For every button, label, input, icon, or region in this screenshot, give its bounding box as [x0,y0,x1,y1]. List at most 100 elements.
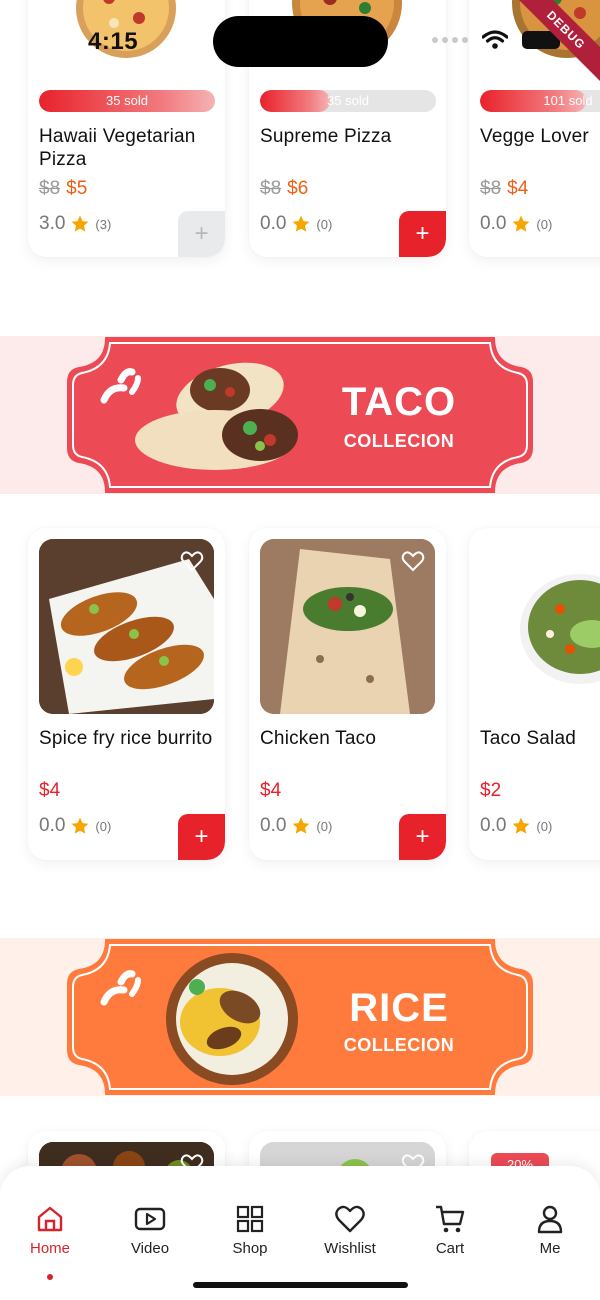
nav-item-video[interactable]: Video [100,1204,200,1257]
taco-collection-banner[interactable]: TACO COLLECION [66,336,534,494]
taco-banner-band: TACO COLLECION [0,336,600,494]
favorite-heart-icon[interactable] [180,549,204,573]
product-card[interactable]: Spice fry rice burrito $4 0.0 (0) + [28,528,225,860]
grid-icon [236,1205,264,1233]
sold-progress-bar: 35 sold [39,90,215,112]
price: $4 [260,780,282,801]
product-rating: 0.0 (0) [260,815,332,837]
product-name[interactable]: Supreme Pizza [260,125,391,148]
sold-label: 35 sold [106,93,148,108]
rating-count: (0) [316,216,333,232]
sale-price: $4 [507,178,529,199]
sale-price: $6 [287,178,309,199]
rating-value: 0.0 [39,815,66,836]
nav-item-home[interactable]: Home [0,1204,100,1257]
banner-title: TACO [341,380,457,424]
taco-image [260,539,435,714]
user-icon [537,1205,563,1234]
sale-price: $5 [66,178,88,199]
status-time: 4:15 [88,28,139,55]
nav-label: Video [130,1240,170,1257]
product-price: $8 $4 [480,178,528,200]
banner-subtitle: COLLECION [343,1035,455,1055]
product-name[interactable]: Taco Salad [480,727,576,750]
product-rating: 3.0 (3) [39,213,111,235]
taco-product-row[interactable]: Spice fry rice burrito $4 0.0 (0) + Chic… [0,528,600,868]
burrito-image [135,362,298,470]
active-indicator-dot [47,1274,53,1280]
product-name[interactable]: Chicken Taco [260,727,376,750]
taco-image [39,539,214,714]
rating-value: 0.0 [480,815,507,836]
nav-label: Cart [435,1240,465,1257]
product-price: $8 $5 [39,178,87,200]
product-rating: 0.0 (0) [39,815,111,837]
rating-count: (0) [95,818,112,834]
rating-count: (0) [536,818,553,834]
add-to-cart-button[interactable]: + [399,211,446,257]
add-to-cart-button[interactable]: + [399,814,446,860]
rice-bowl-image [166,953,298,1085]
star-icon [293,215,310,232]
original-price: $8 [480,178,502,199]
signal-dots-icon [432,37,468,43]
product-rating: 0.0 (0) [260,213,332,235]
rating-count: (0) [536,216,553,232]
dynamic-island [213,16,388,67]
original-price: $8 [260,178,282,199]
original-price: $8 [39,178,61,199]
product-rating: 0.0 (0) [480,213,552,235]
product-price: $8 $6 [260,178,308,200]
add-to-cart-button[interactable]: + [178,211,225,257]
add-to-cart-button[interactable]: + [178,814,225,860]
product-rating: 0.0 (0) [480,815,552,837]
home-screen: 4:15 DEBUG 35 sold Hawaii Vegetarian Piz… [0,0,600,1300]
nav-label: Shop [232,1240,268,1257]
favorite-heart-icon[interactable] [401,549,425,573]
star-icon [72,817,89,834]
nav-item-cart[interactable]: Cart [400,1204,500,1257]
sold-label: 35 sold [327,93,369,108]
nav-label: Me [539,1240,561,1257]
bottom-navigation: Home Video Shop Wishlist Cart Me [0,1166,600,1300]
wifi-icon [482,30,508,49]
video-icon [134,1207,166,1231]
product-price: $4 [260,780,281,802]
rice-collection-banner[interactable]: RICE COLLECION [66,938,534,1096]
product-name[interactable]: Vegge Lover [480,125,589,148]
rating-value: 0.0 [480,213,507,234]
banner-title: RICE [349,986,449,1030]
rating-value: 0.0 [260,815,287,836]
banner-subtitle: COLLECION [343,431,455,451]
product-card[interactable]: Chicken Taco $4 0.0 (0) + [249,528,446,860]
nav-item-wishlist[interactable]: Wishlist [300,1204,400,1257]
product-price: $4 [39,780,60,802]
taco-salad-image [480,539,600,714]
price: $4 [39,780,61,801]
rating-value: 3.0 [39,213,66,234]
nav-item-shop[interactable]: Shop [200,1204,300,1257]
price: $2 [480,780,502,801]
rating-value: 0.0 [260,213,287,234]
star-icon [293,817,310,834]
star-icon [72,215,89,232]
star-icon [513,817,530,834]
heart-icon [335,1205,365,1233]
sold-progress-bar: 35 sold [260,90,436,112]
status-icons [432,30,564,50]
sold-label: 101 sold [543,93,593,108]
home-icon [37,1206,63,1232]
home-indicator [193,1282,408,1288]
product-card[interactable]: Taco Salad $2 0.0 (0) [469,528,600,860]
nav-label: Wishlist [324,1240,376,1257]
product-name[interactable]: Hawaii Vegetarian Pizza [39,125,225,171]
rating-count: (3) [95,216,112,232]
nav-label: Home [29,1240,70,1257]
nav-item-me[interactable]: Me [500,1204,600,1257]
product-name[interactable]: Spice fry rice burrito [39,727,212,750]
cart-icon [436,1205,465,1233]
star-icon [513,215,530,232]
rice-banner-band: RICE COLLECION [0,938,600,1096]
rating-count: (0) [316,818,333,834]
sold-progress-bar: 101 sold [480,90,600,112]
